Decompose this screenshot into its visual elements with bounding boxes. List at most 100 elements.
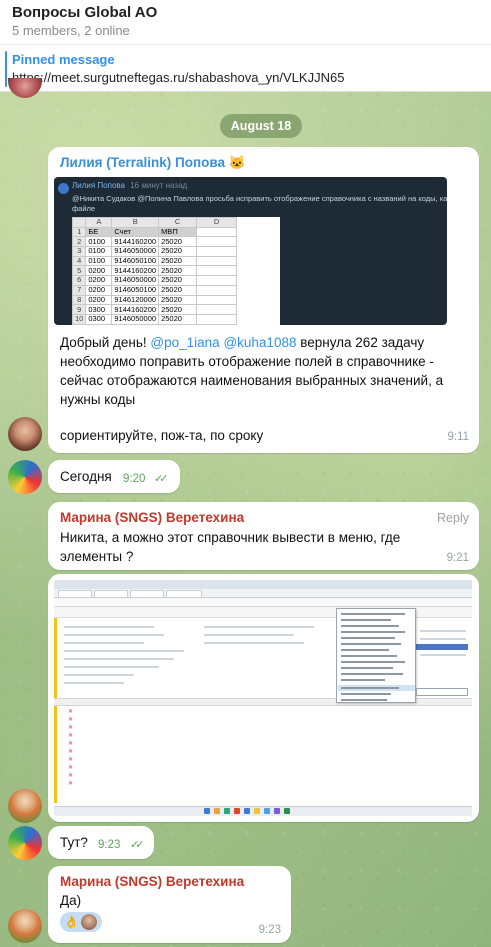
- chat-title: Вопросы Global AO: [12, 4, 158, 21]
- delete-icon: ✕: [68, 757, 74, 763]
- message-bubble[interactable]: Лилия (Terralink) Попова 🐱 Лилия Попова …: [48, 147, 479, 453]
- message-time: 9:23: [98, 839, 121, 851]
- taskbar-icon: [214, 808, 220, 814]
- browser-tab: [166, 590, 202, 598]
- screenshot-attachment[interactable]: Лилия Попова 16 минут назад @Никита Суда…: [54, 177, 447, 325]
- submenu: [416, 688, 468, 696]
- delete-icon: ✕: [68, 717, 74, 723]
- form-line: [204, 626, 314, 628]
- message-bubble[interactable]: Марина (SNGS) Веретехина Reply Никита, а…: [48, 502, 479, 570]
- delete-icon: ✕: [68, 709, 74, 715]
- forward-text: @Никита Судаков @Полина Павлова просьба …: [72, 194, 447, 203]
- message-text: Добрый день! @po_1iana @kuha1088 вернула…: [60, 335, 444, 407]
- delete-icon: ✕: [68, 781, 74, 787]
- avatar[interactable]: [8, 909, 42, 943]
- avatar[interactable]: [8, 417, 42, 451]
- form-line: [64, 650, 184, 652]
- table-row: 8 0200 9146120000 25020: [72, 294, 238, 306]
- browser-tab: [130, 590, 164, 598]
- message-time: 9:20: [123, 473, 146, 485]
- message-bubble[interactable]: Сегодня 9:20 ✓✓: [48, 460, 180, 493]
- delete-icon: ✕: [68, 773, 74, 779]
- taskbar-icon: [274, 808, 280, 814]
- forward-text-cont: файле: [72, 204, 96, 213]
- reply-button[interactable]: Reply: [437, 511, 469, 525]
- pinned-message-bar[interactable]: Pinned message https://meet.surgutnefteg…: [0, 44, 491, 92]
- form-line: [64, 626, 154, 628]
- message-text: Никита, а можно этот справочник вывести …: [60, 530, 401, 564]
- pinned-accent: [5, 51, 7, 87]
- pinned-label: Pinned message: [12, 52, 115, 67]
- screenshot-attachment[interactable]: ✕ ✕ ✕ ✕ ✕ ✕ ✕ ✕ ✕ ✕: [54, 580, 472, 816]
- taskbar-icon: [234, 808, 240, 814]
- message-time: 9:23: [258, 924, 281, 936]
- avatar[interactable]: [8, 826, 42, 860]
- form-line: [64, 682, 124, 684]
- form-line: [64, 666, 159, 668]
- image-message[interactable]: ✕ ✕ ✕ ✕ ✕ ✕ ✕ ✕ ✕ ✕: [48, 574, 479, 822]
- sidebar-strip: [54, 618, 57, 803]
- avatar: [81, 914, 97, 930]
- message-time: 9:21: [446, 552, 469, 564]
- form-line: [64, 634, 164, 636]
- table-row: 10 0300 9146050000 25020: [72, 313, 238, 325]
- taskbar-icon: [254, 808, 260, 814]
- taskbar-icon: [264, 808, 270, 814]
- ok-hand-icon: 👌: [64, 915, 79, 929]
- form-line: [420, 638, 466, 640]
- form-line: [64, 658, 174, 660]
- form-line: [204, 634, 294, 636]
- delete-icon: ✕: [68, 765, 74, 771]
- sender-name[interactable]: Лилия (Terralink) Попова 🐱: [60, 155, 246, 171]
- read-checkmarks-icon: ✓✓: [154, 473, 169, 485]
- message-time: 9:11: [447, 431, 469, 443]
- table-row: 4 0100 9146050100 25020: [72, 255, 238, 267]
- window-titlebar: [54, 580, 472, 589]
- form-line: [420, 630, 466, 632]
- sender-name[interactable]: Марина (SNGS) Веретехина: [60, 874, 244, 889]
- delete-icon: ✕: [68, 733, 74, 739]
- spreadsheet-preview: A B C D 1 БЕ Счет МВП 2 0100 9144160200 250…: [72, 217, 280, 325]
- read-checkmarks-icon: ✓✓: [130, 839, 145, 851]
- chat-header[interactable]: Вопросы Global AO 5 members, 2 online: [0, 0, 491, 44]
- form-line: [64, 674, 134, 676]
- taskbar-icon: [224, 808, 230, 814]
- delete-icon: ✕: [68, 749, 74, 755]
- message-bubble[interactable]: Марина (SNGS) Веретехина Да) 👌 9:23: [48, 866, 291, 943]
- table-row: 7 0200 9146050100 25020: [72, 284, 238, 296]
- delete-icon: ✕: [68, 725, 74, 731]
- table-row: 6 0200 9146050000 25020: [72, 275, 238, 286]
- sender-name[interactable]: Марина (SNGS) Веретехина: [60, 510, 244, 525]
- reaction-chip[interactable]: 👌: [60, 912, 102, 932]
- message-bubble[interactable]: Тут? 9:23 ✓✓: [48, 826, 154, 859]
- browser-tab: [58, 590, 92, 598]
- avatar[interactable]: [8, 789, 42, 823]
- table-row: 2 0100 9144160200 25020: [72, 236, 238, 248]
- message-text: Да): [60, 893, 82, 908]
- mention-link[interactable]: @kuha1088: [223, 335, 296, 350]
- form-line: [204, 642, 304, 644]
- message-text: сориентируйте, пож-та, по сроку: [60, 428, 264, 443]
- date-separator: August 18: [220, 114, 302, 138]
- table-row: 9 0300 9144160200 25020: [72, 304, 238, 315]
- avatar: [58, 183, 69, 194]
- taskbar-icon: [284, 808, 290, 814]
- form-line: [64, 642, 144, 644]
- dropdown-menu: [336, 608, 416, 703]
- form-line: [420, 654, 466, 656]
- table-row: 5 0200 9144160200 25020: [72, 265, 238, 277]
- message-text: Сегодня: [60, 469, 112, 484]
- app-menubar: [54, 599, 472, 607]
- chat-members-status: 5 members, 2 online: [12, 23, 130, 38]
- forward-author: Лилия Попова 16 минут назад: [72, 181, 188, 190]
- selected-row: [416, 644, 468, 650]
- taskbar-icon: [244, 808, 250, 814]
- delete-icon: ✕: [68, 741, 74, 747]
- taskbar-icon: [204, 808, 210, 814]
- os-taskbar: [54, 806, 472, 816]
- avatar[interactable]: [8, 460, 42, 494]
- mention-link[interactable]: @po_1iana: [150, 335, 219, 350]
- pinned-text: https://meet.surgutneftegas.ru/shabashov…: [12, 70, 345, 85]
- message-text: Тут?: [60, 835, 88, 850]
- browser-tab: [94, 590, 128, 598]
